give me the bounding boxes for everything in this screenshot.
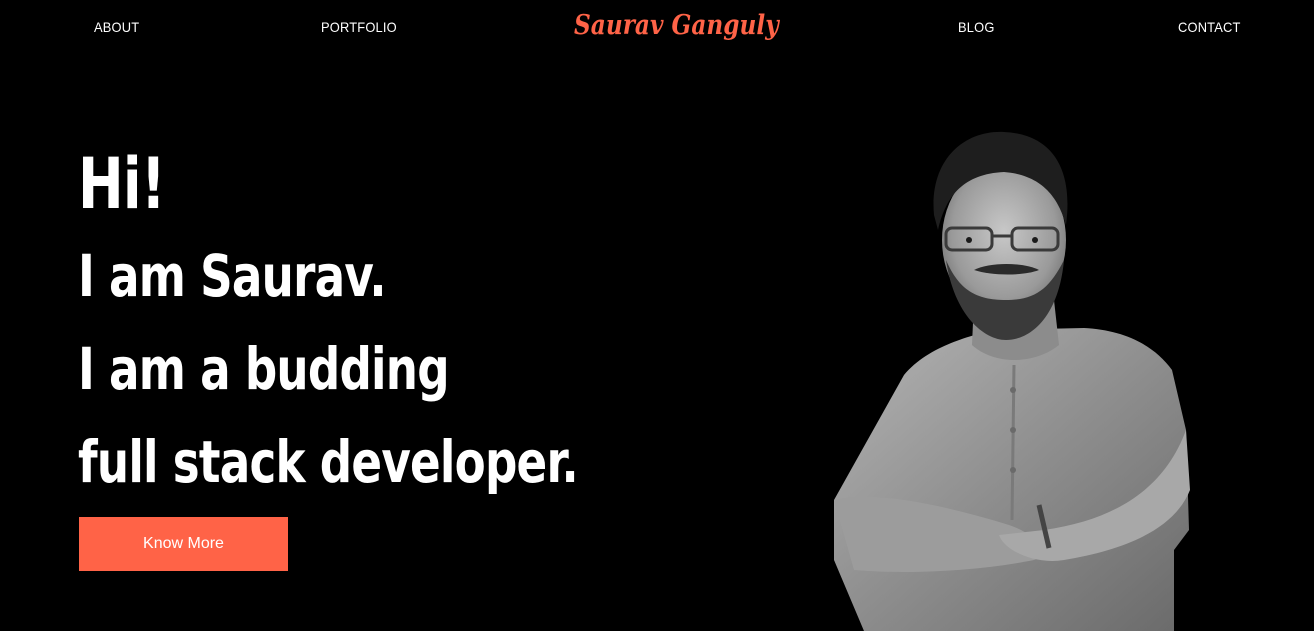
nav-portfolio-link[interactable]: PORTFOLIO <box>321 19 397 35</box>
nav-blog-link[interactable]: BLOG <box>958 19 995 35</box>
know-more-button[interactable]: Know More <box>79 517 288 571</box>
nav-about-link[interactable]: ABOUT <box>94 19 139 35</box>
hero-role-line: I am a budding <box>78 335 450 403</box>
nav-contact-link[interactable]: CONTACT <box>1178 19 1241 35</box>
site-logo[interactable]: Saurav Ganguly <box>574 10 779 41</box>
portrait-photo <box>834 131 1190 631</box>
hero-greeting: Hi! <box>78 143 166 225</box>
hero-role-line-2: full stack developer. <box>78 428 579 496</box>
hero-intro-line: I am Saurav. <box>78 242 387 310</box>
hero-text: Hi! I am Saurav. I am a budding full sta… <box>78 138 719 509</box>
top-nav: ABOUT PORTFOLIO Saurav Ganguly BLOG CONT… <box>0 0 1314 56</box>
